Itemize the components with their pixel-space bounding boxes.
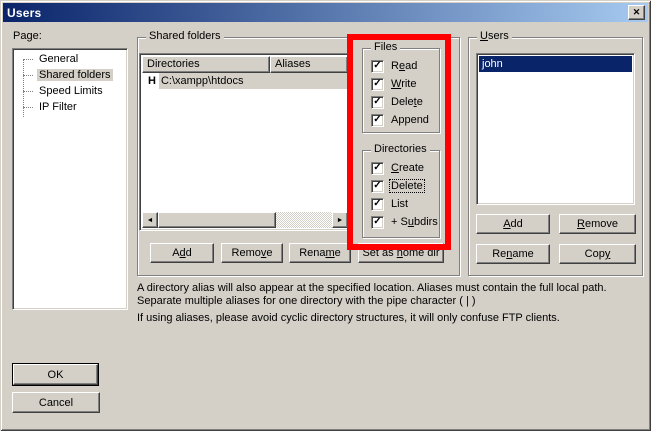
files-group-label: Files	[371, 41, 400, 53]
directory-row[interactable]: H C:\xampp\htdocs	[142, 73, 348, 89]
directories-group-label: Directories	[371, 143, 430, 155]
page-label: Page:	[13, 30, 42, 42]
alias-help-text: A directory alias will also appear at th…	[137, 282, 645, 307]
folder-rename-button[interactable]: Rename	[289, 243, 351, 263]
shared-folders-group-label: Shared folders	[146, 30, 224, 42]
set-as-home-dir-button[interactable]: Set as home dir	[358, 243, 444, 263]
directories-group: Directories ✓ Create ✓ Delete ✓ List ✓ +…	[362, 150, 440, 238]
checkbox-checked-icon: ✓	[371, 216, 384, 229]
checkbox-checked-icon: ✓	[371, 198, 384, 211]
cancel-button[interactable]: Cancel	[12, 392, 100, 413]
scrollbar-track[interactable]	[276, 212, 332, 228]
close-icon: ✕	[633, 8, 641, 17]
user-rename-button[interactable]: Rename	[476, 244, 550, 264]
checkbox-checked-icon: ✓	[371, 96, 384, 109]
ok-button[interactable]: OK	[12, 363, 99, 386]
user-remove-button[interactable]: Remove	[559, 214, 636, 234]
tree-connector-stub	[23, 107, 33, 108]
checkbox-subdirs[interactable]: ✓ + Subdirs	[363, 213, 439, 231]
tree-connector-stub	[23, 91, 33, 92]
user-add-button[interactable]: Add	[476, 214, 550, 234]
scrollbar-thumb[interactable]	[158, 212, 276, 228]
checkbox-append[interactable]: ✓ Append	[363, 111, 439, 129]
tree-connector-stub	[23, 59, 33, 60]
sidebar-item-general[interactable]: General	[15, 51, 125, 67]
checkbox-checked-icon: ✓	[371, 114, 384, 127]
users-listbox[interactable]: john	[476, 53, 635, 205]
scroll-right-button[interactable]: ►	[332, 212, 348, 228]
sidebar-item-speed-limits[interactable]: Speed Limits	[15, 83, 125, 99]
column-header-directories[interactable]: Directories	[142, 56, 270, 73]
files-group: Files ✓ Read ✓ Write ✓ Delete ✓ Append	[362, 48, 440, 133]
directory-path: C:\xampp\htdocs	[159, 73, 348, 89]
page-tree: General Shared folders Speed Limits IP F…	[12, 48, 128, 310]
horizontal-scrollbar[interactable]: ◄ ►	[142, 212, 348, 228]
home-flag: H	[142, 73, 159, 89]
checkbox-checked-icon: ✓	[371, 60, 384, 73]
checkbox-checked-icon: ✓	[371, 162, 384, 175]
listview-header: Directories Aliases	[142, 56, 348, 73]
scroll-right-icon: ►	[337, 217, 344, 224]
checkbox-file-delete[interactable]: ✓ Delete	[363, 93, 439, 111]
cyclic-warning-text: If using aliases, please avoid cyclic di…	[137, 312, 645, 325]
user-list-item[interactable]: john	[479, 56, 632, 72]
folder-remove-button[interactable]: Remove	[221, 243, 283, 263]
user-copy-button[interactable]: Copy	[559, 244, 636, 264]
checkbox-checked-icon: ✓	[371, 180, 384, 193]
column-header-aliases[interactable]: Aliases	[270, 56, 348, 73]
checkbox-create[interactable]: ✓ Create	[363, 159, 439, 177]
title-bar[interactable]: Users ✕	[3, 3, 648, 22]
users-dialog: Users ✕ Page: General Shared folders Spe…	[0, 0, 651, 431]
sidebar-item-shared-folders[interactable]: Shared folders	[15, 67, 125, 83]
sidebar-item-ip-filter[interactable]: IP Filter	[15, 99, 125, 115]
checkbox-read[interactable]: ✓ Read	[363, 57, 439, 75]
checkbox-list[interactable]: ✓ List	[363, 195, 439, 213]
scroll-left-button[interactable]: ◄	[142, 212, 158, 228]
folder-add-button[interactable]: Add	[150, 243, 214, 263]
users-group-label: Users	[477, 30, 512, 42]
listview-empty-area[interactable]	[142, 89, 348, 212]
close-button[interactable]: ✕	[628, 5, 645, 20]
scroll-left-icon: ◄	[147, 217, 154, 224]
tree-connector-stub	[23, 75, 33, 76]
directories-listview[interactable]: Directories Aliases H C:\xampp\htdocs ◄ …	[139, 53, 351, 231]
checkbox-write[interactable]: ✓ Write	[363, 75, 439, 93]
checkbox-dir-delete[interactable]: ✓ Delete	[363, 177, 439, 195]
checkbox-checked-icon: ✓	[371, 78, 384, 91]
window-title: Users	[7, 6, 41, 20]
